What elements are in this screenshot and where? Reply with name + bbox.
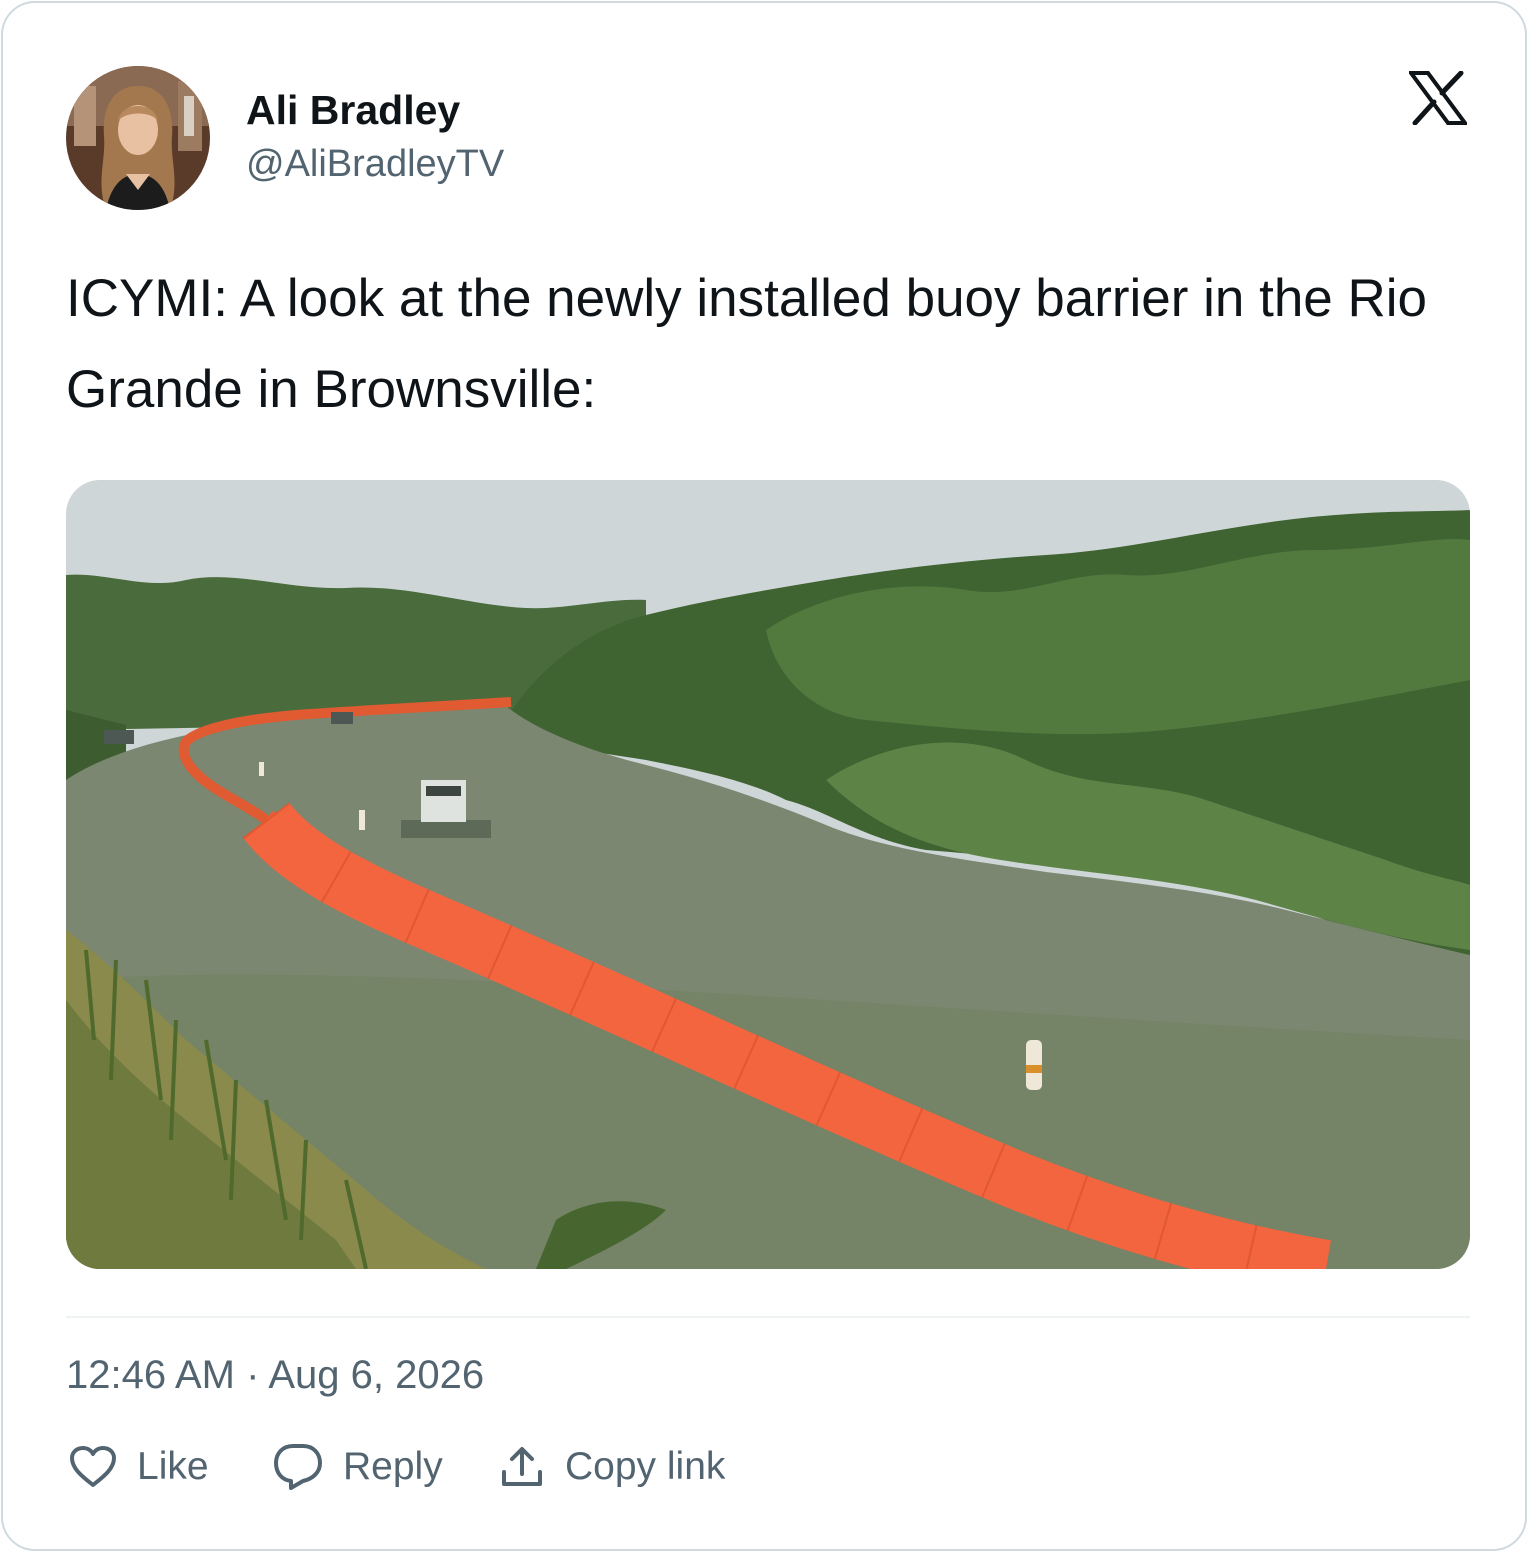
tweet-text: ICYMI: A look at the newly installed buo…	[66, 269, 1428, 419]
author-name[interactable]: Ali Bradley	[246, 87, 460, 134]
copy-link-button[interactable]: Copy link	[499, 1439, 725, 1495]
like-button[interactable]: Like	[69, 1439, 209, 1495]
heart-icon	[70, 1446, 116, 1487]
river-buoy-photo	[66, 480, 1470, 1269]
reply-button[interactable]: Reply	[273, 1439, 443, 1495]
reply-label: Reply	[343, 1445, 443, 1488]
avatar-photo	[66, 66, 210, 210]
author-handle[interactable]: @AliBradleyTV	[246, 143, 504, 186]
like-label: Like	[137, 1445, 209, 1488]
divider	[66, 1316, 1470, 1318]
x-logo-icon[interactable]	[1407, 70, 1469, 126]
tweet-card: Ali Bradley @AliBradleyTV ICYMI: A look …	[1, 1, 1527, 1551]
timestamp[interactable]: 12:46 AM · Aug 6, 2026	[66, 1353, 484, 1398]
tweet-date: Aug 6, 2026	[268, 1353, 485, 1397]
tweet-time: 12:46 AM	[66, 1353, 236, 1397]
copy-link-label: Copy link	[565, 1445, 726, 1488]
share-upload-icon	[502, 1447, 542, 1486]
speech-bubble-icon	[274, 1444, 322, 1490]
timestamp-separator: ·	[246, 1353, 260, 1397]
avatar[interactable]	[66, 66, 210, 210]
tweet-photo[interactable]	[66, 480, 1470, 1269]
